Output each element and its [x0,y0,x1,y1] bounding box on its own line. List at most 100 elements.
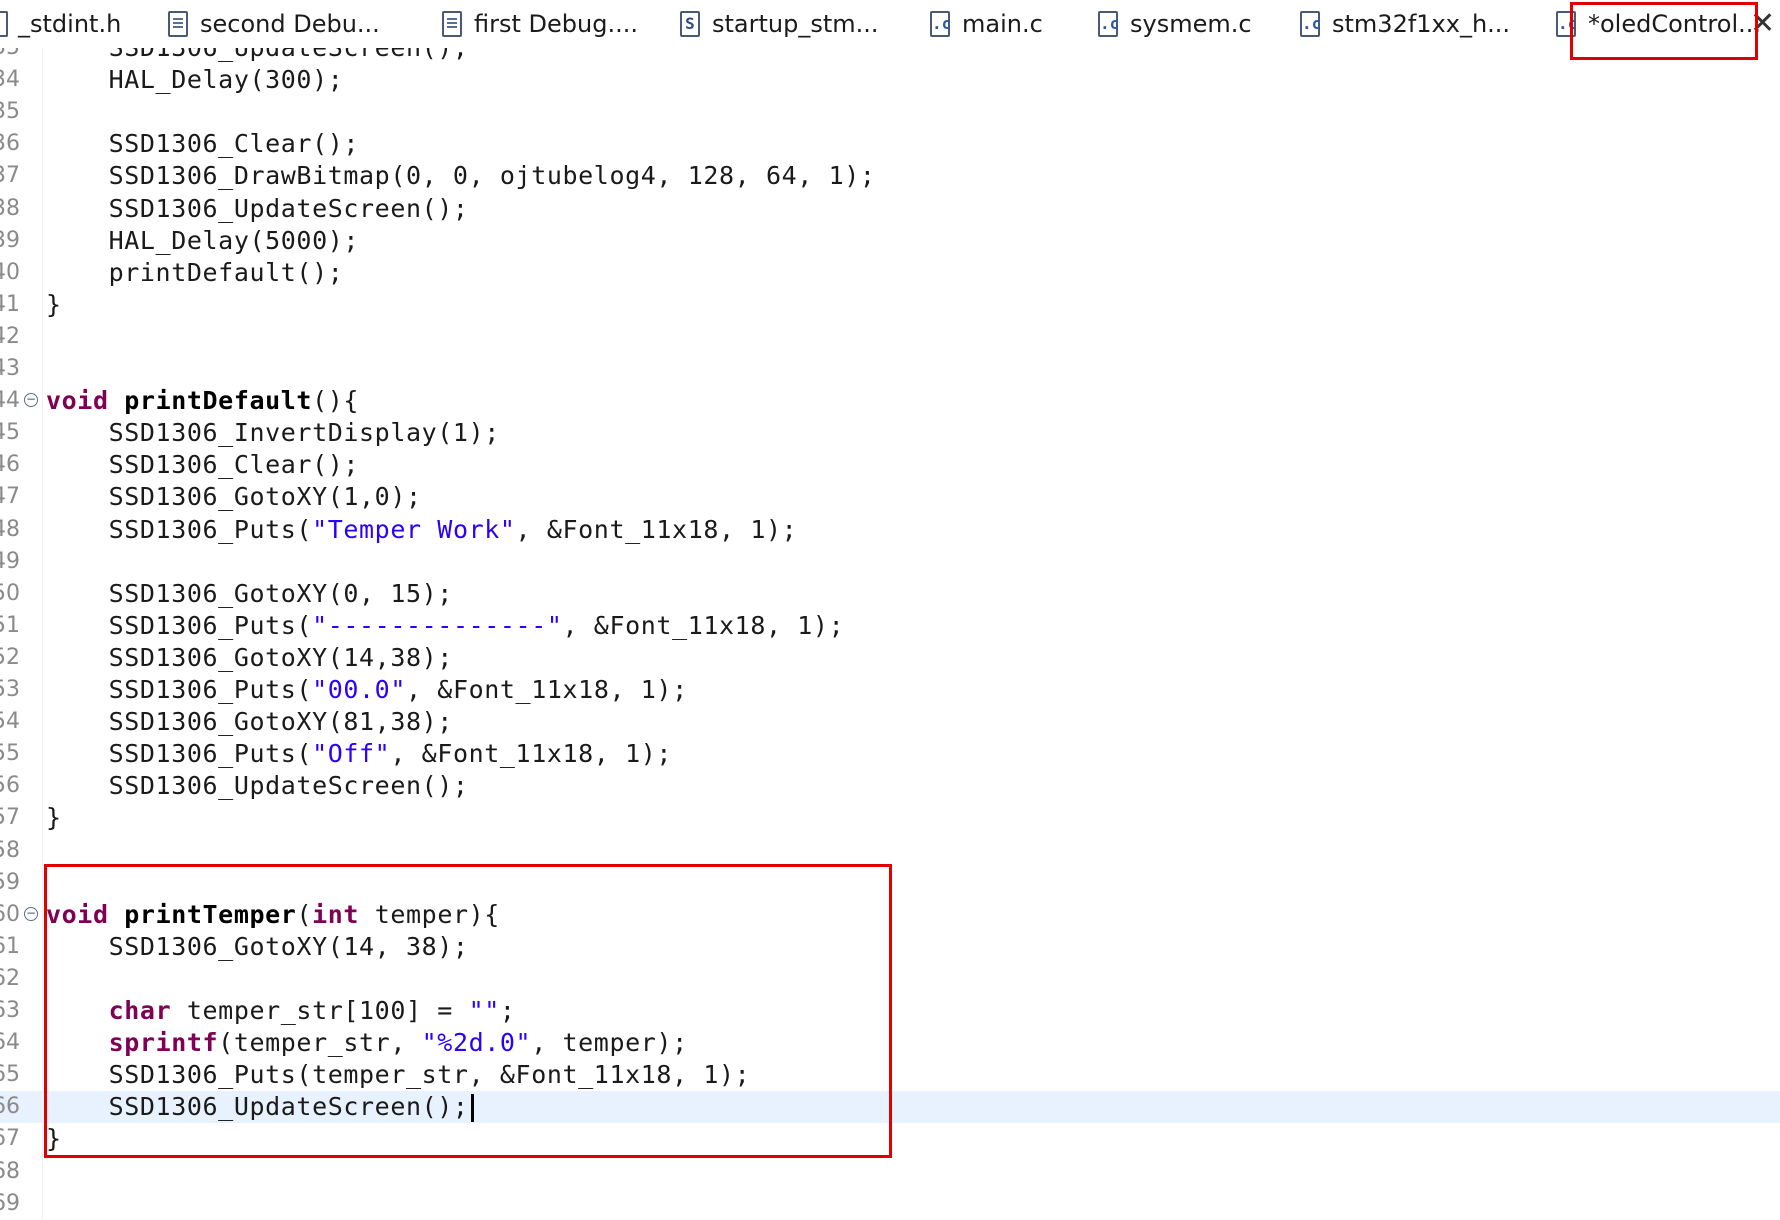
code-line[interactable]: 35 SSD1306_UpdateScreen(); [0,48,1780,64]
line-number: 37 [0,163,20,189]
code-text[interactable]: SSD1306_DrawBitmap(0, 0, ojtubelog4, 128… [46,160,876,192]
line-number: 65 [0,1062,20,1088]
code-line[interactable]: 35 [0,96,1780,128]
code-text[interactable]: SSD1306_GotoXY(81,38); [46,706,453,738]
line-number: 45 [0,420,20,446]
tab-label: main.c [962,10,1043,38]
line-number: 43 [0,356,20,381]
code-text[interactable]: SSD1306_GotoXY(14,38); [46,642,453,674]
code-text[interactable]: HAL_Delay(300); [46,64,343,96]
tab-stdint-h[interactable]: _stdint.h [0,0,121,48]
code-line[interactable]: 38 SSD1306_UpdateScreen(); [0,193,1780,225]
code-text[interactable]: } [46,1123,62,1155]
code-text[interactable]: printDefault(); [46,257,343,289]
code-text[interactable]: SSD1306_Puts("--------------", &Font_11x… [46,610,844,642]
code-line[interactable]: 40 printDefault(); [0,257,1780,289]
fold-collapse-icon[interactable]: − [24,393,38,408]
code-line[interactable]: 45 SSD1306_InvertDisplay(1); [0,417,1780,449]
header-file-icon [0,11,8,37]
code-text[interactable]: SSD1306_UpdateScreen(); [46,193,469,225]
code-line[interactable]: 68 [0,1156,1780,1188]
tab-oled-control-active[interactable]: .c *oledControl... [1556,0,1761,48]
code-text[interactable]: SSD1306_Puts("00.0", &Font_11x18, 1); [46,674,688,706]
code-line[interactable]: 52 SSD1306_GotoXY(14,38); [0,642,1780,674]
code-line[interactable]: 57} [0,802,1780,834]
code-line-current[interactable]: 66 SSD1306_UpdateScreen(); [0,1091,1780,1124]
code-text[interactable]: char temper_str[100] = ""; [46,995,516,1027]
code-text[interactable]: SSD1306_Puts(temper_str, &Font_11x18, 1)… [46,1059,750,1091]
tab-first-debug[interactable]: first Debug.... [442,0,638,48]
code-line[interactable]: 64 sprintf(temper_str, "%2d.0", temper); [0,1027,1780,1059]
line-number: 46 [0,452,20,478]
code-text[interactable]: SSD1306_GotoXY(1,0); [46,481,422,513]
string-token: "Temper Work" [312,514,516,544]
code-line[interactable]: 61 SSD1306_GotoXY(14, 38); [0,931,1780,963]
code-token: (temper_str, [218,1028,422,1058]
code-line[interactable]: 43 [0,353,1780,385]
code-line[interactable]: 54 SSD1306_GotoXY(81,38); [0,706,1780,738]
code-text[interactable]: SSD1306_UpdateScreen(); [46,770,469,802]
code-line[interactable]: 53 SSD1306_Puts("00.0", &Font_11x18, 1); [0,674,1780,706]
code-text[interactable]: } [46,802,62,834]
code-token: HAL_Delay(5000); [46,225,360,255]
code-token: SSD1306_UpdateScreen(); [46,193,469,223]
close-tab-icon[interactable]: ✕ [1750,6,1780,42]
line-number: 68 [0,1158,20,1184]
tab-main-c[interactable]: .c main.c [930,0,1043,48]
code-line[interactable]: 62 [0,963,1780,995]
tab-stm32f1xx-h[interactable]: .c stm32f1xx_h... [1300,0,1510,48]
code-text[interactable]: SSD1306_UpdateScreen(); [46,1091,474,1123]
code-line[interactable]: 69 [0,1188,1780,1220]
code-editor[interactable]: 35 SSD1306_UpdateScreen();34 HAL_Delay(3… [0,48,1780,1220]
code-line[interactable]: 37 SSD1306_DrawBitmap(0, 0, ojtubelog4, … [0,160,1780,192]
code-line[interactable]: 42 [0,321,1780,353]
code-text[interactable]: SSD1306_InvertDisplay(1); [46,417,500,449]
code-line[interactable]: 55 SSD1306_Puts("Off", &Font_11x18, 1); [0,738,1780,770]
code-text[interactable]: void printDefault(){ [46,385,359,417]
code-text[interactable]: SSD1306_Puts("Off", &Font_11x18, 1); [46,738,672,770]
line-number: 53 [0,677,20,702]
code-line[interactable]: 48 SSD1306_Puts("Temper Work", &Font_11x… [0,514,1780,546]
code-token: SSD1306_Clear(); [46,129,360,159]
fold-collapse-icon[interactable]: − [24,906,38,921]
code-token: SSD1306_GotoXY(1,0); [46,482,422,512]
code-text[interactable]: SSD1306_GotoXY(0, 15); [46,578,453,610]
code-text[interactable]: SSD1306_Puts("Temper Work", &Font_11x18,… [46,514,797,546]
tab-label: *oledControl... [1588,10,1761,38]
code-line[interactable]: 67} [0,1123,1780,1155]
line-number: 40 [0,259,20,285]
code-line[interactable]: 49 [0,546,1780,578]
code-text[interactable]: sprintf(temper_str, "%2d.0", temper); [46,1027,688,1059]
code-line[interactable]: 47 SSD1306_GotoXY(1,0); [0,481,1780,513]
code-text[interactable]: HAL_Delay(5000); [46,225,359,257]
code-line[interactable]: 39 HAL_Delay(5000); [0,225,1780,257]
code-line[interactable]: 46 SSD1306_Clear(); [0,449,1780,481]
c-file-icon: .c [1098,11,1119,37]
code-text[interactable]: } [46,289,62,321]
line-number: 59 [0,869,20,895]
code-line[interactable]: 63 char temper_str[100] = ""; [0,995,1780,1027]
code-text[interactable]: SSD1306_Clear(); [46,449,359,481]
code-line[interactable]: 44−void printDefault(){ [0,385,1780,417]
code-line[interactable]: 36 SSD1306_Clear(); [0,128,1780,160]
code-line[interactable]: 50 SSD1306_GotoXY(0, 15); [0,578,1780,610]
tab-startup-stm[interactable]: S startup_stm... [680,0,879,48]
code-lines[interactable]: 35 SSD1306_UpdateScreen();34 HAL_Delay(3… [0,48,1780,1220]
code-text[interactable]: SSD1306_UpdateScreen(); [46,48,469,64]
code-text[interactable]: SSD1306_GotoXY(14, 38); [46,931,469,963]
code-line[interactable]: 58 [0,835,1780,867]
tab-sysmem-c[interactable]: .c sysmem.c [1098,0,1252,48]
code-line[interactable]: 41} [0,289,1780,321]
code-token: SSD1306_GotoXY(14,38); [46,642,453,672]
code-text[interactable]: void printTemper(int temper){ [46,899,500,931]
tab-second-debug[interactable]: second Debu... [168,0,380,48]
code-line[interactable]: 59 [0,867,1780,899]
code-line[interactable]: 56 SSD1306_UpdateScreen(); [0,770,1780,802]
code-text[interactable]: SSD1306_Clear(); [46,128,359,160]
code-line[interactable]: 60−void printTemper(int temper){ [0,899,1780,931]
line-number: 52 [0,644,20,670]
code-line[interactable]: 34 HAL_Delay(300); [0,64,1780,96]
code-line[interactable]: 65 SSD1306_Puts(temper_str, &Font_11x18,… [0,1059,1780,1091]
code-line[interactable]: 51 SSD1306_Puts("--------------", &Font_… [0,610,1780,642]
tab-label: second Debu... [200,10,380,38]
